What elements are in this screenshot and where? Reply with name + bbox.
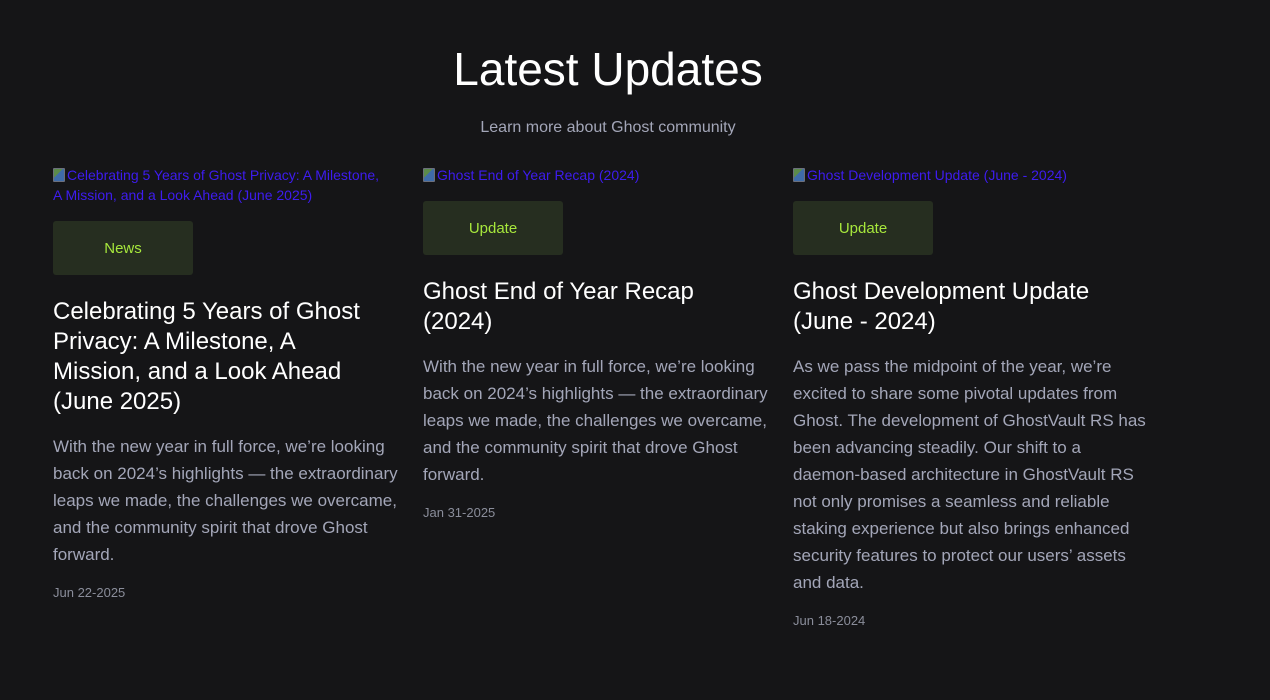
post-image-link[interactable]: Celebrating 5 Years of Ghost Privacy: A … [53, 165, 407, 205]
post-date: Jan 31-2025 [423, 505, 496, 520]
post-image-alt-text: Celebrating 5 Years of Ghost Privacy: A … [53, 167, 380, 203]
broken-image-icon [423, 168, 435, 182]
post-card: Ghost End of Year Recap (2024) Update Gh… [423, 165, 777, 522]
broken-image-icon [793, 168, 805, 182]
post-title[interactable]: Celebrating 5 Years of Ghost Privacy: A … [53, 297, 407, 417]
latest-updates-page: Latest Updates Learn more about Ghost co… [0, 0, 1270, 700]
post-image-link[interactable]: Ghost Development Update (June - 2024) [793, 165, 1147, 185]
post-date: Jun 18-2024 [793, 613, 866, 628]
page-title: Latest Updates [453, 43, 763, 95]
post-tag-button[interactable]: Update [793, 201, 933, 255]
post-date: Jun 22-2025 [53, 585, 126, 600]
section-header: Latest Updates Learn more about Ghost co… [0, 40, 1216, 138]
post-title[interactable]: Ghost Development Update (June - 2024) [793, 277, 1147, 337]
post-image-alt-text: Ghost Development Update (June - 2024) [807, 167, 1067, 183]
page-subtitle: Learn more about Ghost community [480, 119, 736, 136]
post-tag-button[interactable]: Update [423, 201, 563, 255]
post-excerpt: With the new year in full force, we’re l… [53, 437, 398, 564]
post-image-alt-text: Ghost End of Year Recap (2024) [437, 167, 640, 183]
post-card: Ghost Development Update (June - 2024) U… [793, 165, 1147, 630]
post-excerpt: As we pass the midpoint of the year, we’… [793, 357, 1146, 592]
post-card: Celebrating 5 Years of Ghost Privacy: A … [53, 165, 407, 602]
post-excerpt: With the new year in full force, we’re l… [423, 357, 768, 484]
post-image-link[interactable]: Ghost End of Year Recap (2024) [423, 165, 777, 185]
post-title[interactable]: Ghost End of Year Recap (2024) [423, 277, 777, 337]
post-tag-button[interactable]: News [53, 221, 193, 275]
broken-image-icon [53, 168, 65, 182]
